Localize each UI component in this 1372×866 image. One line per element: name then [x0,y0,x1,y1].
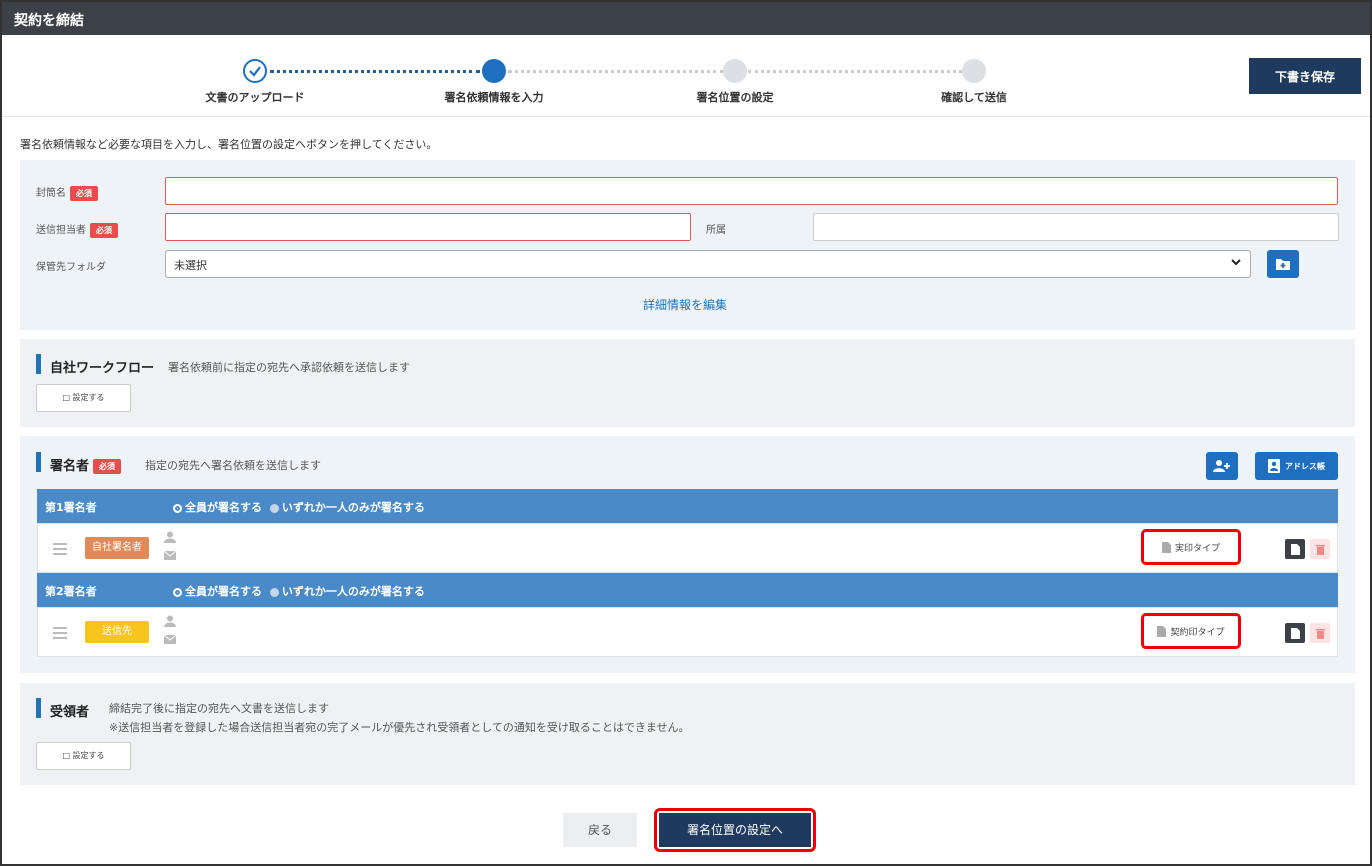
required-badge: 必須 [90,222,118,238]
section-accent-bar [36,354,41,374]
progress-stepper: 文書のアップロード 署名依頼情報を入力 署名位置の設定 確認して送信 [2,35,1370,117]
document-icon [1290,543,1300,555]
signer-1-type-label: 実印タイプ [1174,543,1220,554]
step-connector-3 [748,70,962,73]
required-badge: 必須 [93,459,122,474]
step-pending-indicator [962,59,986,83]
signing-mode-options: 全員が署名する いずれか一人のみが署名する [173,583,425,599]
option-any-sign[interactable]: いずれか一人のみが署名する [266,585,425,598]
save-draft-button[interactable]: 下書き保存 [1249,58,1361,94]
affiliation-input[interactable] [813,213,1339,241]
envelope-name-input[interactable] [165,177,1338,205]
signer-1-header: 第1署名者 全員が署名する いずれか一人のみが署名する [37,489,1338,523]
step-label-upload: 文書のアップロード [205,91,305,104]
mail-icon [163,550,177,563]
workflow-panel [20,339,1355,427]
signer-2-doc-button[interactable] [1285,623,1305,643]
signer-2-header: 第2署名者 全員が署名する いずれか一人のみが署名する [37,573,1338,607]
check-icon [243,59,267,83]
trash-icon [1315,628,1325,639]
address-book-button[interactable]: アドレス帳 [1255,452,1338,480]
user-plus-icon [1213,460,1230,472]
workflow-description: 署名依頼前に指定の宛先へ承認依頼を送信します [168,361,410,374]
affiliation-label: 所属 [706,225,726,236]
drag-handle-icon[interactable] [53,543,67,558]
document-icon [1161,541,1171,553]
signer-1-doc-button[interactable] [1285,539,1305,559]
user-icon [164,615,176,630]
signing-mode-options: 全員が署名する いずれか一人のみが署名する [173,499,425,515]
signer-2-type-button[interactable]: 契約印タイプ [1141,613,1241,649]
next-button-highlight: 署名位置の設定へ [654,808,816,852]
recipients-title: 受領者 [50,705,90,720]
signer-1-tag: 自社署名者 [85,537,149,559]
folder-selected-value: 未選択 [174,259,207,272]
trash-icon [1315,544,1325,555]
option-all-sign[interactable]: 全員が署名する [173,501,262,514]
add-signer-button[interactable] [1206,452,1238,480]
signer-1-type-button[interactable]: 実印タイプ [1141,529,1241,565]
signer-1-delete-button[interactable] [1310,539,1330,559]
radio-unselected-icon [269,503,279,513]
option-any-sign[interactable]: いずれか一人のみが署名する [266,501,425,514]
instruction-text: 署名依頼情報など必要な項目を入力し、署名位置の設定へボタンを押してください。 [20,138,438,151]
workflow-title: 自社ワークフロー [50,361,155,376]
radio-selected-icon [173,503,182,513]
signer-2-delete-button[interactable] [1310,623,1330,643]
window-title: 契約を締結 [2,2,1370,35]
step-connector-2 [508,70,724,73]
document-icon [1290,627,1300,639]
sender-label: 送信担当者 必須 [36,221,118,238]
step-connector-1 [270,70,480,73]
sender-input[interactable] [165,213,691,241]
signers-title: 署名者 必須 [50,455,122,474]
required-badge: 必須 [70,185,98,201]
signer-1-title: 第1署名者 [45,501,97,514]
step-current-indicator [482,59,506,83]
mail-icon [163,634,177,647]
signer-2-tag: 送信先 [85,621,149,643]
section-accent-bar [36,452,41,472]
edit-details-link[interactable]: 詳細情報を編集 [643,296,727,313]
document-icon [1157,625,1167,637]
radio-selected-icon [173,587,182,597]
drag-handle-icon[interactable] [53,627,67,642]
signers-description: 指定の宛先へ署名依頼を送信します [145,459,321,472]
address-book-label: アドレス帳 [1285,461,1325,471]
user-icon [164,531,176,546]
recipients-note: ※送信担当者を登録した場合送信担当者宛の完了メールが優先され受領者としての通知を… [109,721,690,734]
address-book-icon [1268,459,1280,473]
recipients-description: 締結完了後に指定の宛先へ文書を送信します [109,702,329,715]
signer-2-type-label: 契約印タイプ [1170,627,1225,638]
radio-unselected-icon [269,587,279,597]
section-accent-bar [36,698,41,718]
back-button[interactable]: 戻る [563,813,637,847]
folder-label: 保管先フォルダ [36,262,106,273]
step-label-signature-position: 署名位置の設定 [696,91,774,104]
workflow-setup-button[interactable]: □ 設定する [36,384,131,412]
signature-position-button[interactable]: 署名位置の設定へ [659,813,811,847]
folder-select[interactable]: 未選択 [165,250,1251,278]
step-label-request-info: 署名依頼情報を入力 [444,91,544,104]
signer-2-title: 第2署名者 [45,585,97,598]
step-pending-indicator [723,59,747,83]
envelope-name-label: 封筒名 必須 [36,184,98,201]
folder-plus-icon [1276,259,1290,270]
step-label-confirm-send: 確認して送信 [941,91,1007,104]
chevron-down-icon [1230,256,1242,271]
option-all-sign[interactable]: 全員が署名する [173,585,262,598]
recipients-setup-button[interactable]: □ 設定する [36,742,131,770]
add-folder-button[interactable] [1267,250,1299,278]
